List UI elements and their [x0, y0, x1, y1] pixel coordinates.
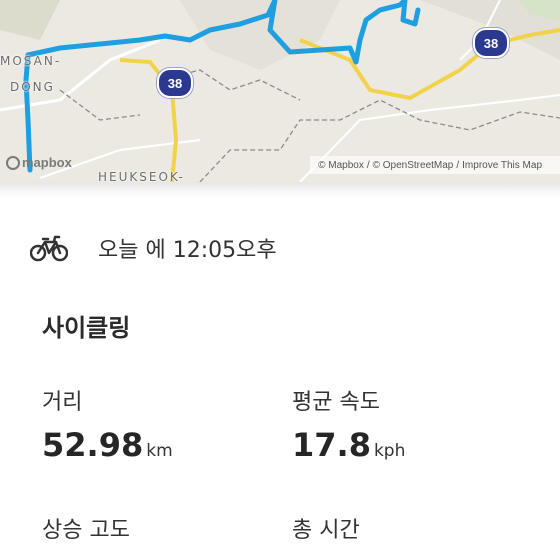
stat-distance-unit: km	[146, 441, 173, 461]
attribution-separator: /	[366, 159, 370, 171]
stat-avg-speed-value: 17.8	[292, 426, 371, 464]
mapbox-logo[interactable]: mapbox	[6, 155, 72, 170]
map-attribution: © Mapbox / © OpenStreetMap / Improve Thi…	[310, 156, 560, 174]
stat-distance-value: 52.98	[42, 426, 144, 464]
map-divider-shadow	[0, 182, 560, 198]
place-label-heukseok: HEUKSEOK-	[98, 170, 185, 182]
place-label-mosan: MOSAN-	[0, 54, 62, 68]
stat-total-time: 총 시간	[292, 512, 360, 544]
map-terrain	[0, 0, 560, 182]
mapbox-logo-icon	[6, 155, 20, 170]
attribution-improve-link[interactable]: Improve This Map	[462, 160, 542, 171]
stat-avg-speed-unit: kph	[373, 441, 406, 461]
stat-elevation: 상승 고도	[42, 512, 130, 544]
mapbox-logo-text: mapbox	[22, 155, 72, 170]
activity-time: 오늘 에 12:05오후	[98, 238, 277, 263]
stat-distance-label: 거리	[42, 390, 83, 415]
stat-avg-speed-label: 평균 속도	[292, 390, 380, 415]
stat-avg-speed: 평균 속도 17.8 kph	[292, 384, 405, 464]
bicycle-icon	[30, 235, 68, 262]
stat-total-time-label: 총 시간	[292, 518, 360, 543]
stat-distance: 거리 52.98 km	[42, 384, 173, 464]
route-38-shield-east: 38	[473, 28, 509, 58]
activity-type-title: 사이클링	[42, 314, 131, 342]
place-label-dong: DONG	[10, 80, 55, 94]
route-map[interactable]: MOSAN- DONG HEUKSEOK- 38 38 mapbox © Map…	[0, 0, 560, 182]
stat-elevation-label: 상승 고도	[42, 518, 130, 543]
attribution-separator: /	[456, 159, 460, 171]
route-38-shield: 38	[157, 68, 193, 98]
attribution-osm-link[interactable]: © OpenStreetMap	[373, 160, 454, 171]
attribution-mapbox-link[interactable]: © Mapbox	[318, 160, 364, 171]
activity-header: 오늘 에 12:05오후	[30, 232, 277, 264]
